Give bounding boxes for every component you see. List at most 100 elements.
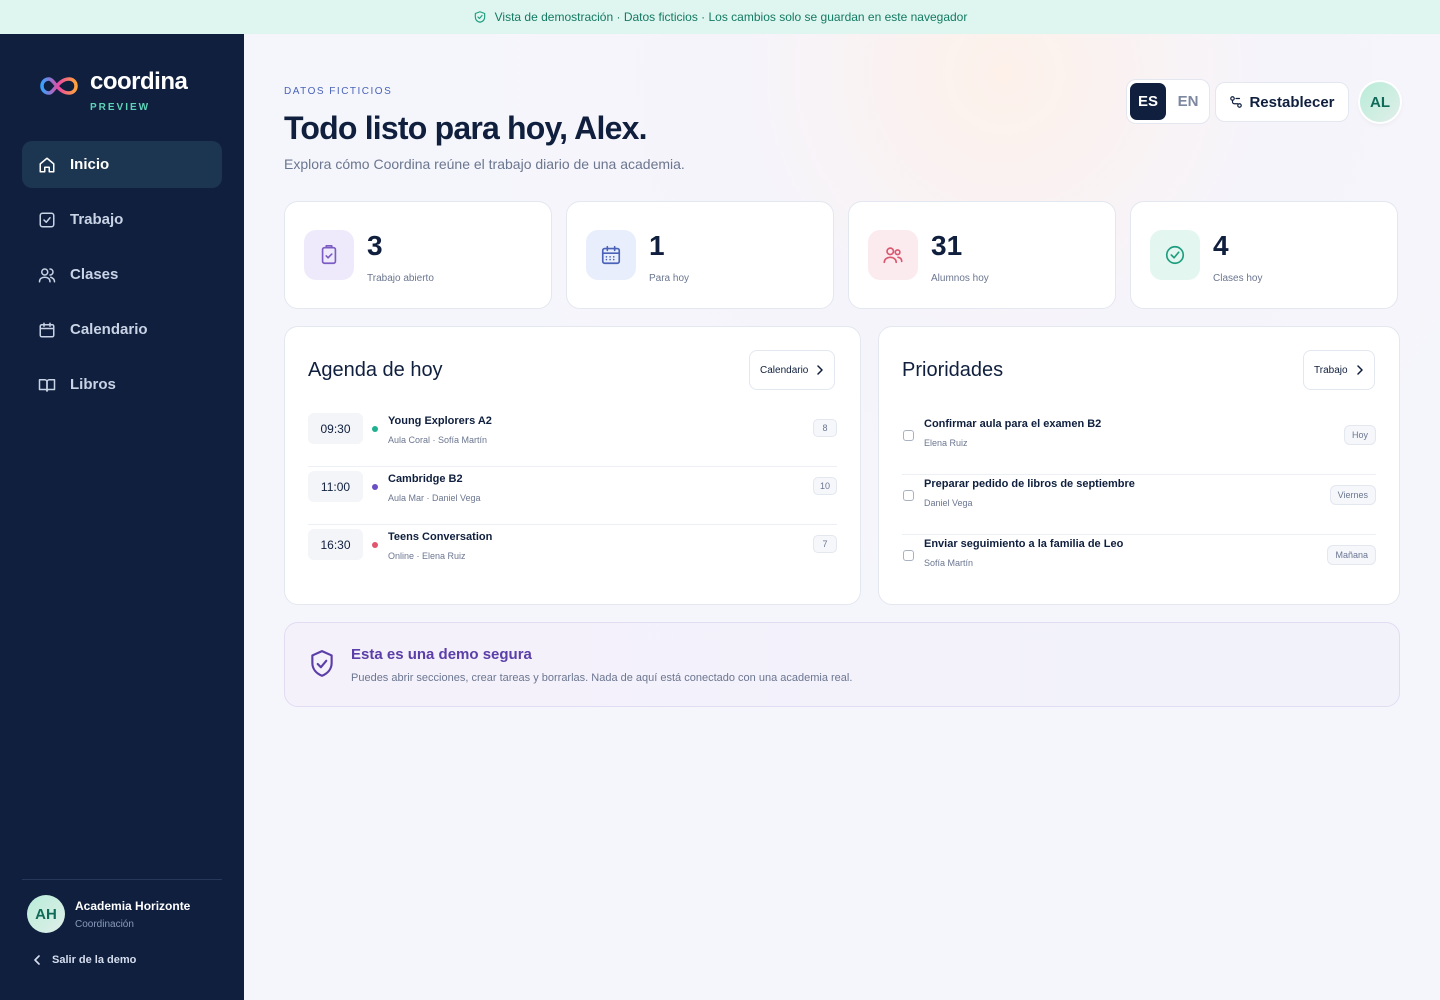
sidebar-item-label: Calendario: [70, 321, 148, 338]
agenda-class-name: Cambridge B2: [388, 473, 463, 485]
priority-row: Enviar seguimiento a la familia de Leo S…: [902, 535, 1376, 595]
agenda-time: 11:00: [308, 471, 363, 502]
sidebar-item-label: Libros: [70, 376, 116, 393]
agenda-time: 09:30: [308, 413, 363, 444]
student-count-badge: 8: [813, 419, 837, 437]
due-badge: Mañana: [1327, 545, 1376, 565]
priority-checkbox[interactable]: [903, 490, 914, 501]
sidebar-item-libros[interactable]: Libros: [22, 361, 222, 408]
stat-value: 1: [649, 230, 665, 261]
priorities-title: Prioridades: [902, 359, 1004, 381]
reset-button[interactable]: Restablecer: [1215, 82, 1349, 122]
agenda-row[interactable]: 16:30 Teens Conversation Online · Elena …: [308, 525, 837, 583]
lang-es-button[interactable]: ES: [1130, 83, 1166, 120]
agenda-row[interactable]: 11:00 Cambridge B2 Aula Mar · Daniel Veg…: [308, 467, 837, 525]
stat-icon-wrap: [304, 230, 354, 280]
org-role: Coordinación: [75, 918, 134, 930]
work-button-label: Trabajo: [1314, 364, 1348, 376]
student-count-badge: 7: [813, 535, 837, 553]
brand-logo[interactable]: coordina PREVIEW: [38, 68, 188, 113]
stat-label: Clases hoy: [1213, 273, 1263, 284]
demo-banner: Vista de demostración · Datos ficticios …: [0, 0, 1440, 34]
agenda-row[interactable]: 09:30 Young Explorers A2 Aula Coral · So…: [308, 409, 837, 467]
exit-demo-link[interactable]: Salir de la demo: [32, 954, 136, 966]
stat-card-students[interactable]: 31 Alumnos hoy: [848, 201, 1116, 309]
agenda-card: Agenda de hoy Calendario 09:30 Young Exp…: [284, 326, 861, 605]
stat-label: Alumnos hoy: [931, 273, 989, 284]
status-dot: [372, 426, 378, 432]
calendar-icon: [601, 245, 621, 265]
stat-card-open-work[interactable]: 3 Trabajo abierto: [284, 201, 552, 309]
agenda-class-details: Aula Mar · Daniel Vega: [388, 493, 481, 503]
brand-name: coordina: [90, 68, 188, 95]
agenda-class-name: Teens Conversation: [388, 531, 493, 543]
organization-card[interactable]: AH Academia Horizonte Coordinación: [22, 879, 222, 933]
priority-checkbox[interactable]: [903, 550, 914, 561]
lang-en-button[interactable]: EN: [1170, 83, 1206, 120]
stat-card-classes[interactable]: 4 Clases hoy: [1130, 201, 1398, 309]
clipboard-check-icon: [321, 245, 337, 265]
exit-demo-label: Salir de la demo: [52, 954, 137, 966]
stat-value: 3: [367, 230, 383, 261]
due-badge: Hoy: [1343, 425, 1376, 445]
stat-icon-wrap: [1150, 230, 1200, 280]
sidebar-item-inicio[interactable]: Inicio: [22, 141, 222, 188]
notice-title: Esta es una demo segura: [351, 646, 532, 663]
priority-title: Preparar pedido de libros de septiembre: [924, 478, 1135, 490]
page-subtitle: Explora cómo Coordina reúne el trabajo d…: [284, 156, 685, 172]
stat-value: 31: [931, 230, 963, 261]
brand-tag: PREVIEW: [90, 102, 151, 113]
sidebar: coordina PREVIEW Inicio Trabajo Clases C…: [0, 34, 244, 1000]
sidebar-item-calendario[interactable]: Calendario: [22, 306, 222, 353]
main-content: DATOS FICTICIOS Todo listo para hoy, Ale…: [244, 34, 1440, 1000]
work-button[interactable]: Trabajo: [1303, 350, 1375, 390]
agenda-class-name: Young Explorers A2: [388, 415, 492, 427]
home-icon: [39, 157, 55, 172]
shield-check-icon: [311, 650, 333, 677]
priority-row: Preparar pedido de libros de septiembre …: [902, 475, 1376, 535]
priority-owner: Daniel Vega: [924, 498, 973, 508]
chevron-left-icon: [34, 955, 40, 965]
stat-card-today[interactable]: 1 Para hoy: [566, 201, 834, 309]
user-avatar[interactable]: AL: [1360, 82, 1400, 122]
stat-label: Para hoy: [649, 273, 690, 284]
check-circle-icon: [1165, 245, 1185, 265]
chevron-right-icon: [1356, 365, 1363, 375]
priority-checkbox[interactable]: [903, 430, 914, 441]
priority-title: Enviar seguimiento a la familia de Leo: [924, 538, 1124, 550]
sidebar-item-clases[interactable]: Clases: [22, 251, 222, 298]
sidebar-item-label: Clases: [70, 266, 119, 283]
page-eyebrow: DATOS FICTICIOS: [284, 86, 393, 97]
page-title: Todo listo para hoy, Alex.: [284, 110, 647, 146]
agenda-class-details: Online · Elena Ruiz: [388, 551, 466, 561]
calendar-button[interactable]: Calendario: [749, 350, 836, 390]
stat-value: 4: [1213, 230, 1229, 261]
checkbox-icon: [39, 212, 55, 227]
agenda-class-details: Aula Coral · Sofía Martín: [388, 435, 488, 445]
language-switcher: ES EN: [1126, 79, 1210, 124]
agenda-time: 16:30: [308, 529, 363, 560]
calendar-icon: [39, 322, 55, 337]
stat-label: Trabajo abierto: [367, 273, 434, 284]
status-dot: [372, 484, 378, 490]
reset-label: Restablecer: [1249, 93, 1335, 111]
org-avatar: AH: [27, 895, 65, 933]
chevron-right-icon: [817, 365, 824, 375]
safe-demo-notice: Esta es una demo segura Puedes abrir sec…: [284, 622, 1400, 707]
sidebar-item-label: Inicio: [70, 156, 110, 173]
stat-icon-wrap: [586, 230, 636, 280]
priority-owner: Sofía Martín: [924, 558, 974, 568]
sidebar-item-label: Trabajo: [70, 211, 124, 228]
banner-text: Vista de demostración · Datos ficticios …: [494, 10, 968, 24]
stat-icon-wrap: [868, 230, 918, 280]
shield-check-icon: [474, 11, 485, 23]
stats-row: 3 Trabajo abierto 1 Para hoy 31 Alumnos …: [284, 201, 1400, 309]
calendar-button-label: Calendario: [760, 364, 809, 376]
sidebar-item-trabajo[interactable]: Trabajo: [22, 196, 222, 243]
student-count-badge: 10: [813, 477, 837, 495]
reset-flow-icon: [1230, 96, 1243, 108]
due-badge: Viernes: [1329, 485, 1376, 505]
priority-row: Confirmar aula para el examen B2 Elena R…: [902, 415, 1376, 475]
users-icon: [883, 247, 903, 264]
priority-owner: Elena Ruiz: [924, 438, 968, 448]
